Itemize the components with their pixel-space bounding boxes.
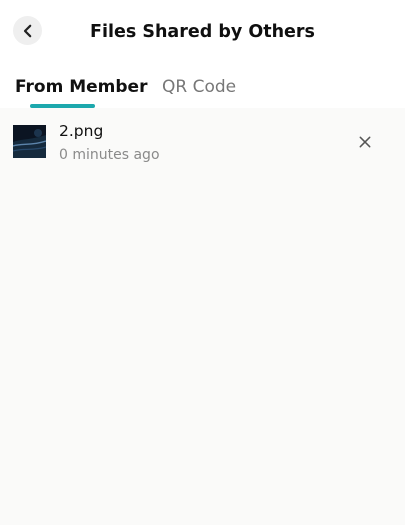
tab-qr-code[interactable]: QR Code — [162, 70, 240, 108]
tab-from-member[interactable]: From Member — [15, 70, 147, 108]
files-shared-screen: Files Shared by Others From Member QR Co… — [0, 0, 405, 525]
file-name: 2.png — [59, 122, 104, 140]
list-item[interactable]: 2.png 0 minutes ago — [0, 108, 405, 170]
page-title: Files Shared by Others — [90, 22, 315, 42]
image-thumbnail — [13, 125, 46, 158]
file-time: 0 minutes ago — [59, 147, 160, 163]
tab-qr-code-label: QR Code — [162, 77, 237, 97]
tab-bar: From Member QR Code — [0, 70, 405, 108]
close-icon — [359, 136, 371, 148]
tab-from-member-label: From Member — [15, 77, 148, 97]
top-area: Files Shared by Others From Member QR Co… — [0, 0, 405, 108]
shared-files-list: 2.png 0 minutes ago — [0, 108, 405, 525]
remove-file-button[interactable] — [356, 133, 374, 151]
